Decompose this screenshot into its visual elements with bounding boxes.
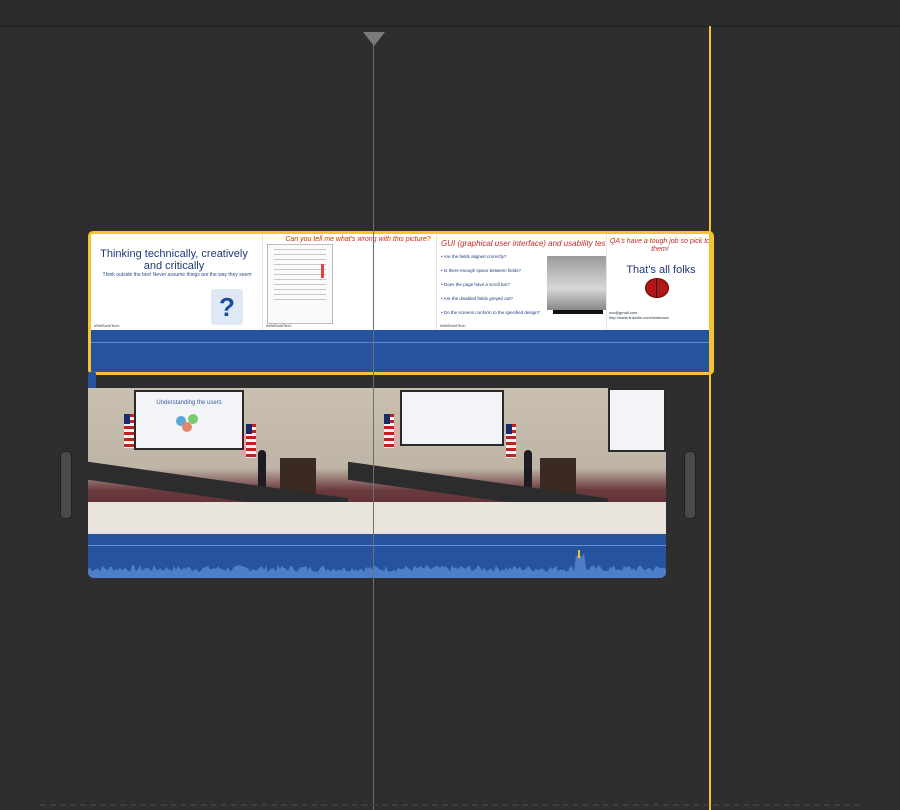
video-clip[interactable]: Understanding the users <box>88 388 666 578</box>
list-item: • Are the fields aligned correctly? <box>441 254 507 259</box>
video-filmstrip: Understanding the users <box>88 388 666 534</box>
slide-bullet-list: • Are the fields aligned correctly? • Is… <box>441 254 540 324</box>
table-image <box>608 502 666 534</box>
volume-line[interactable] <box>88 545 666 546</box>
slides-filmstrip: Thinking technically, creatively and cri… <box>91 234 711 330</box>
timeline-toolbar <box>0 0 900 27</box>
flag-image <box>246 424 256 458</box>
ladybug-icon <box>645 278 669 298</box>
slide-contact-links: xxx@gmail.com http://www.linkedin.com/in… <box>609 310 670 320</box>
table-image <box>88 502 348 534</box>
slide-subtitle: Think outside the box! Never assume thin… <box>102 272 252 278</box>
slides-clip-selected[interactable]: Thinking technically, creatively and cri… <box>88 231 714 375</box>
video-frame <box>348 388 608 534</box>
audio-waveform <box>88 550 666 578</box>
list-item: • Is there enough space between fields? <box>441 268 521 273</box>
slide-thumbnail-whats-wrong: Can you tell me what's wrong with this p… <box>263 234 437 330</box>
table-image <box>348 502 608 534</box>
clip-audio-track <box>91 330 711 372</box>
slide-title: Can you tell me what's wrong with this p… <box>285 236 431 243</box>
document-image <box>267 244 333 324</box>
playhead-line[interactable] <box>709 26 711 810</box>
speaker-figure <box>524 450 532 488</box>
flag-image <box>506 424 516 458</box>
slide-hashtag: #WeBuildTech <box>440 323 466 328</box>
timeline-track-guide <box>40 804 860 806</box>
list-item: • Are the disabled fields greyed out? <box>441 296 513 301</box>
slide-title: QA's have a tough job so pick to them! <box>609 238 711 253</box>
question-mark-icon: ? <box>211 289 243 325</box>
playhead-icon[interactable] <box>363 32 385 46</box>
slide-thumbnail-gui-testing: GUI (graphical user interface) and usabi… <box>437 234 607 330</box>
list-item: • Does the page have a scroll bar? <box>441 282 510 287</box>
volume-line[interactable] <box>91 342 711 343</box>
slide-title: Thinking technically, creatively and cri… <box>100 248 248 272</box>
projector-screen <box>608 388 666 452</box>
projector-screen <box>400 390 504 446</box>
trim-handle-right[interactable] <box>684 451 696 519</box>
slide-body-text: That's all folks <box>626 264 696 276</box>
slide-hashtag: #WeBuildTech <box>94 323 120 328</box>
speaker-figure <box>258 450 266 488</box>
photo-caption-bar <box>553 310 603 314</box>
flag-image <box>384 414 394 448</box>
video-frame: Understanding the users <box>88 388 348 534</box>
skimmer-line[interactable] <box>373 44 374 810</box>
slide-hashtag: #WeBuildTech <box>266 323 292 328</box>
video-frame <box>608 388 666 534</box>
flag-image <box>124 414 134 448</box>
screen-slide-title: Understanding the users <box>156 400 222 406</box>
list-item: • Do the screens conform to the specifie… <box>441 310 541 315</box>
slide-title: GUI (graphical user interface) and usabi… <box>441 239 607 248</box>
slide-photo <box>547 256 606 310</box>
annotation-mark <box>321 264 324 278</box>
slide-thumbnail-thats-all-folks: QA's have a tough job so pick to them! T… <box>607 234 711 330</box>
users-icon <box>176 414 202 432</box>
trim-handle-left[interactable] <box>60 451 72 519</box>
projector-screen: Understanding the users <box>134 390 244 450</box>
slide-thumbnail-thinking: Thinking technically, creatively and cri… <box>91 234 263 330</box>
